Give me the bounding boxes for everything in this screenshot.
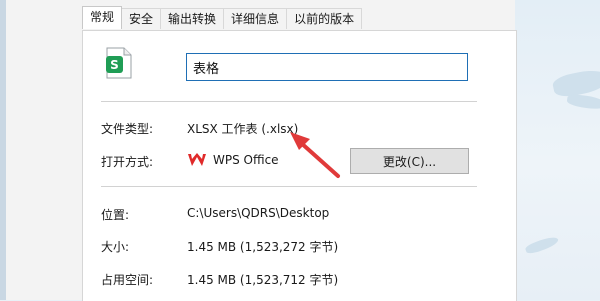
tab-security[interactable]: 安全 [121,8,162,29]
open-with-app-name: WPS Office [213,153,279,167]
tab-output-conversion[interactable]: 输出转换 [160,8,225,29]
file-type-value: XLSX 工作表 (.xlsx) [187,122,299,136]
general-panel: S 文件类型: XLSX 工作表 (.xlsx) 打开方式: WPS Offic… [82,30,517,301]
tab-details[interactable]: 详细信息 [223,8,288,29]
tab-bar: 常规 安全 输出转换 详细信息 以前的版本 [82,6,363,30]
size-on-disk-value: 1.45 MB (1,523,712 字节) [187,273,339,287]
tab-previous-versions[interactable]: 以前的版本 [286,8,363,29]
spreadsheet-file-icon: S [106,47,132,79]
open-with-label: 打开方式: [101,155,154,169]
location-value: C:\Users\QDRS\Desktop [187,206,330,220]
wallpaper-shape [566,93,600,111]
tab-general[interactable]: 常规 [82,6,123,29]
desktop-wallpaper [515,0,600,300]
size-label: 大小: [101,240,130,254]
file-name-input[interactable] [186,53,468,81]
wallpaper-shape [524,234,560,256]
divider [101,101,477,102]
size-value: 1.45 MB (1,523,272 字节) [187,240,339,254]
file-icon-letter: S [110,58,119,72]
properties-dialog: 常规 安全 输出转换 详细信息 以前的版本 S 文件类型: XLSX 工作表 (… [6,0,517,301]
file-type-label: 文件类型: [101,122,154,136]
size-on-disk-label: 占用空间: [101,273,154,287]
divider [101,186,477,187]
location-label: 位置: [101,208,130,222]
change-button[interactable]: 更改(C)... [350,148,469,174]
wps-office-icon [188,153,206,166]
